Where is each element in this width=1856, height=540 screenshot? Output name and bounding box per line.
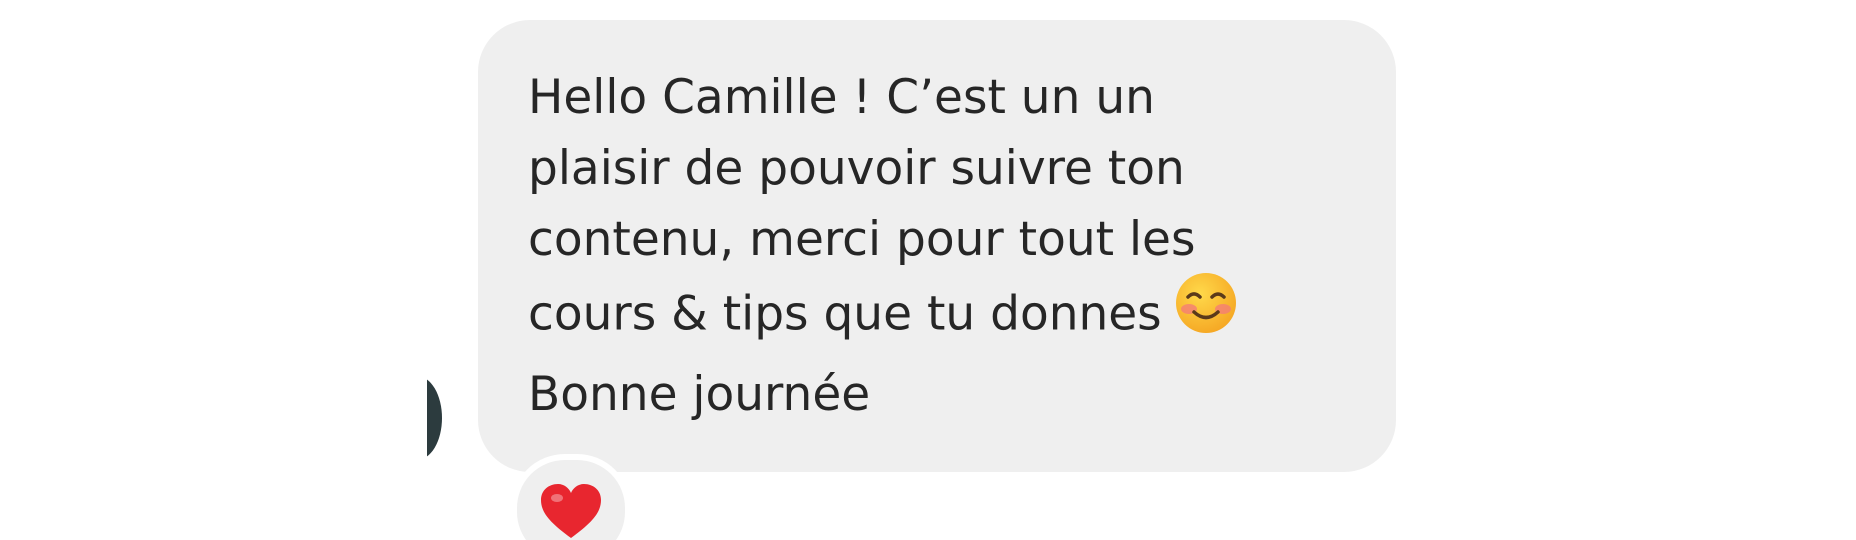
smiling-face-with-blush-icon (1174, 271, 1238, 355)
reaction-badge[interactable] (511, 454, 631, 540)
avatar-crop (380, 370, 427, 470)
message-line: contenu, merci pour tout les (528, 212, 1196, 267)
chat-view: Hello Camille ! C’est un un plaisir de p… (0, 0, 1856, 540)
message-line: plaisir de pouvoir suivre ton (528, 141, 1185, 196)
message-line-with-emoji: cours & tips que tu donnes (528, 273, 1356, 359)
message-line-text: cours & tips que tu donnes (528, 286, 1162, 342)
message-bubble[interactable]: Hello Camille ! C’est un un plaisir de p… (478, 20, 1396, 472)
message-line: Bonne journée (528, 367, 871, 422)
message-line: Hello Camille ! C’est un un (528, 70, 1155, 125)
red-heart-icon (539, 482, 603, 540)
